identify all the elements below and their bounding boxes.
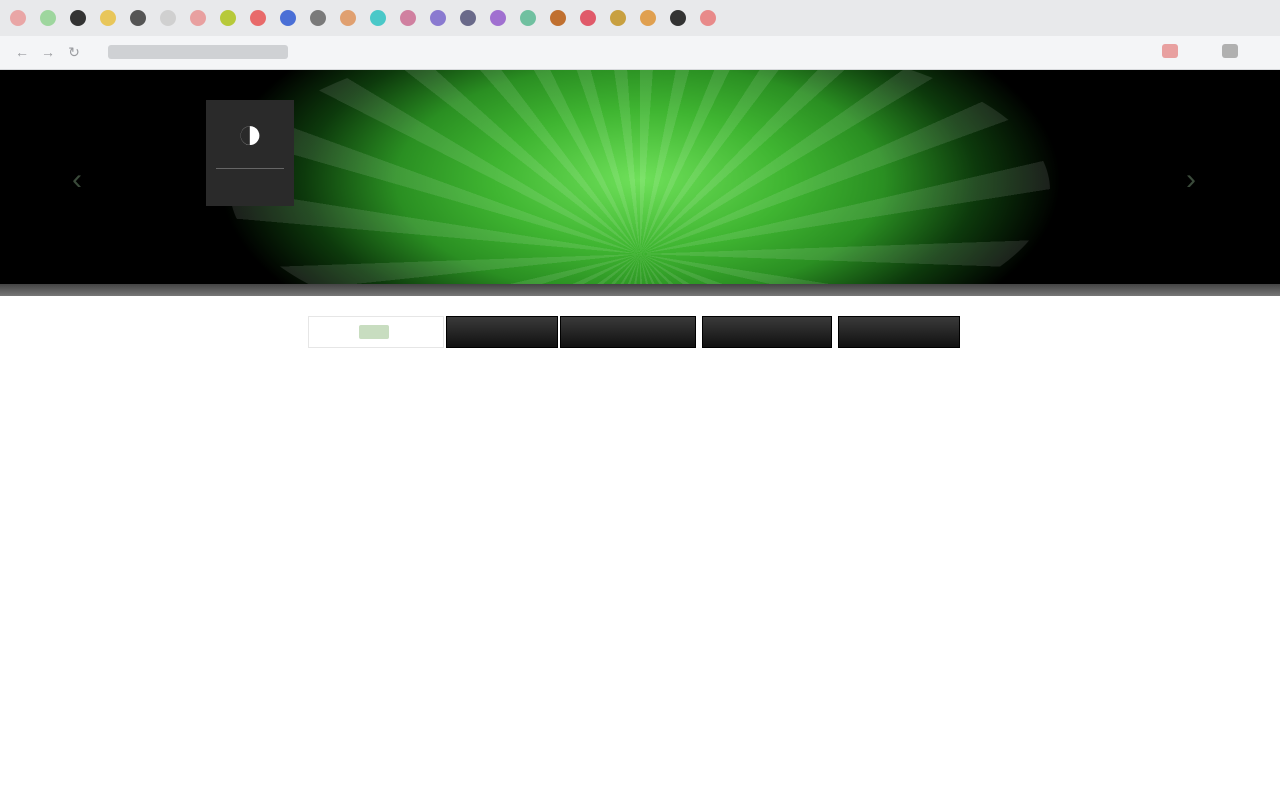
url-field[interactable] bbox=[108, 45, 288, 59]
browser-tab-favicon[interactable] bbox=[460, 10, 476, 26]
browser-tab-favicon[interactable] bbox=[130, 10, 146, 26]
browser-tab-favicon[interactable] bbox=[190, 10, 206, 26]
menu-item-4[interactable] bbox=[838, 316, 960, 348]
browser-tab-bar bbox=[0, 0, 1280, 36]
browser-tab-favicon[interactable] bbox=[280, 10, 296, 26]
browser-tab-favicon[interactable] bbox=[580, 10, 596, 26]
profile-icon[interactable] bbox=[1222, 44, 1238, 58]
browser-tab-favicon[interactable] bbox=[640, 10, 656, 26]
browser-tab-favicon[interactable] bbox=[160, 10, 176, 26]
menu-home[interactable] bbox=[308, 316, 444, 348]
slider-prev-icon[interactable]: ‹ bbox=[72, 165, 82, 195]
slider-next-icon[interactable]: › bbox=[1186, 165, 1196, 195]
browser-tab-favicon[interactable] bbox=[610, 10, 626, 26]
forward-arrow-icon[interactable]: → bbox=[40, 44, 56, 60]
hero-title bbox=[330, 114, 950, 138]
browser-tab-favicon[interactable] bbox=[220, 10, 236, 26]
browser-tab-favicon[interactable] bbox=[100, 10, 116, 26]
browser-tab-favicon[interactable] bbox=[400, 10, 416, 26]
hero-banner: ‹ › ◑ bbox=[0, 70, 1280, 296]
browser-tab-favicon[interactable] bbox=[490, 10, 506, 26]
menu-item-1[interactable] bbox=[446, 316, 558, 348]
logo-caption bbox=[216, 168, 284, 198]
hero-subtitle bbox=[330, 220, 950, 240]
logo-icon: ◑ bbox=[236, 109, 264, 158]
browser-tab-favicon[interactable] bbox=[40, 10, 56, 26]
back-arrow-icon[interactable]: ← bbox=[14, 44, 30, 60]
paragraph-2 bbox=[240, 574, 1036, 710]
browser-tab-favicon[interactable] bbox=[370, 10, 386, 26]
browser-tab-favicon[interactable] bbox=[670, 10, 686, 26]
browser-tab-favicon[interactable] bbox=[10, 10, 26, 26]
browser-tab-favicon[interactable] bbox=[700, 10, 716, 26]
browser-tab-favicon[interactable] bbox=[430, 10, 446, 26]
menu-item-2[interactable] bbox=[560, 316, 696, 348]
section-heading bbox=[558, 756, 722, 778]
browser-tab-favicon[interactable] bbox=[250, 10, 266, 26]
site-logo[interactable]: ◑ bbox=[206, 100, 294, 206]
browser-tab-favicon[interactable] bbox=[310, 10, 326, 26]
browser-tab-favicon[interactable] bbox=[340, 10, 356, 26]
browser-tab-favicon[interactable] bbox=[520, 10, 536, 26]
browser-tab-favicon[interactable] bbox=[70, 10, 86, 26]
paragraph-1 bbox=[240, 376, 1036, 542]
main-menu bbox=[308, 316, 960, 348]
menu-item-3[interactable] bbox=[702, 316, 832, 348]
extension-icon[interactable] bbox=[1162, 44, 1178, 58]
browser-tab-favicon[interactable] bbox=[550, 10, 566, 26]
reload-icon[interactable]: ↻ bbox=[66, 44, 82, 60]
home-icon bbox=[359, 325, 389, 339]
